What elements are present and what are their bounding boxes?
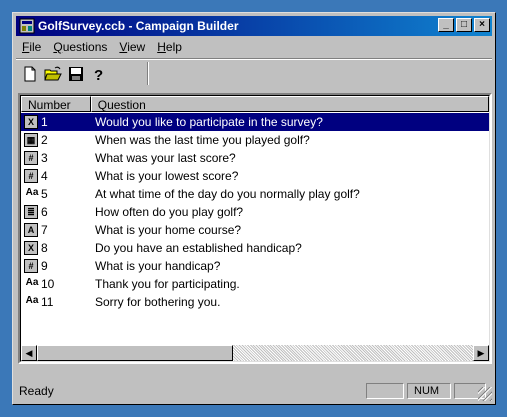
list-item[interactable]: #9 What is your handicap? <box>21 257 489 275</box>
maximize-button[interactable]: □ <box>456 18 472 32</box>
number-icon: # <box>24 169 38 183</box>
list-item[interactable]: Aa 11 Sorry for bothering you. <box>21 293 489 311</box>
list-item[interactable]: X 8 Do you have an established handicap? <box>21 239 489 257</box>
window-controls: _ □ × <box>438 18 490 34</box>
scroll-left-button[interactable]: ◀ <box>21 345 37 361</box>
number-icon: # <box>24 151 38 165</box>
open-button[interactable] <box>41 63 64 85</box>
text-icon: Aa <box>25 295 39 306</box>
question-text: What is your home course? <box>95 223 242 237</box>
list-rows: X 1 Would you like to participate in the s… <box>21 113 489 311</box>
save-disk-icon <box>68 67 83 81</box>
list-item[interactable]: X 1 Would you like to participate in the s… <box>21 113 489 131</box>
question-number: 11 <box>41 295 54 309</box>
question-number: 10 <box>41 277 55 291</box>
list-choice-icon: ≣ <box>24 205 38 219</box>
num-lock-indicator: NUM <box>407 383 451 399</box>
question-number: 6 <box>41 205 48 219</box>
app-window: GolfSurvey.ccb - Campaign Builder _ □ × … <box>12 12 496 405</box>
minimize-icon: _ <box>443 19 449 30</box>
yes-no-icon: X <box>24 241 38 255</box>
question-text: Would you like to participate in the sur… <box>95 115 323 129</box>
question-text: When was the last time you played golf? <box>95 133 310 147</box>
list-item[interactable]: ≣ 6 How often do you play golf? <box>21 203 489 221</box>
question-number: 3 <box>41 151 48 165</box>
question-text: Thank you for participating. <box>95 277 240 291</box>
list-item[interactable]: ▦ 2 When was the last time you played golf… <box>21 131 489 149</box>
question-number: 7 <box>41 223 48 237</box>
list-item[interactable]: #3 What was your last score? <box>21 149 489 167</box>
text-answer-icon: A <box>24 223 38 237</box>
question-number: 4 <box>41 169 48 183</box>
menu-bar: File Questions View Help <box>16 38 188 56</box>
minimize-button[interactable]: _ <box>438 18 454 32</box>
toolbar-separator <box>16 58 492 60</box>
menu-view[interactable]: View <box>113 38 151 56</box>
scroll-thumb[interactable] <box>37 345 233 361</box>
question-number: 2 <box>41 133 48 147</box>
question-text: What was your last score? <box>95 151 236 165</box>
help-button[interactable]: ? <box>87 63 110 85</box>
question-text: At what time of the day do you normally … <box>95 187 360 201</box>
resize-grip[interactable] <box>478 387 492 401</box>
toolbar-end-divider <box>147 62 149 85</box>
help-question-icon: ? <box>94 67 103 82</box>
right-arrow-icon: ▶ <box>477 348 485 358</box>
question-number: 9 <box>41 259 48 273</box>
window-title: GolfSurvey.ccb - Campaign Builder <box>38 19 239 33</box>
list-item[interactable]: Aa 5 At what time of the day do you normal… <box>21 185 489 203</box>
status-panel-blank <box>366 383 404 399</box>
toolbar: ? <box>18 62 110 86</box>
new-button[interactable] <box>18 63 41 85</box>
date-icon: ▦ <box>24 133 38 147</box>
text-icon: Aa <box>25 187 39 198</box>
status-text: Ready <box>19 384 54 398</box>
menu-questions[interactable]: Questions <box>47 38 113 56</box>
yes-no-icon: X <box>24 115 38 129</box>
question-number: 1 <box>41 115 48 129</box>
question-number: 8 <box>41 241 48 255</box>
question-text: Sorry for bothering you. <box>95 295 221 309</box>
svg-text:?: ? <box>94 67 103 82</box>
list-item[interactable]: A 7 What is your home course? <box>21 221 489 239</box>
new-document-icon <box>24 66 35 82</box>
scroll-right-button[interactable]: ▶ <box>473 345 489 361</box>
list-item[interactable]: #4 What is your lowest score? <box>21 167 489 185</box>
question-text: What is your handicap? <box>95 259 221 273</box>
maximize-icon: □ <box>460 19 468 30</box>
column-header-number[interactable]: Number <box>21 96 91 112</box>
menu-file[interactable]: File <box>16 38 47 56</box>
close-icon: × <box>479 19 485 30</box>
menu-help[interactable]: Help <box>151 38 188 56</box>
question-text: What is your lowest score? <box>95 169 239 183</box>
question-text: Do you have an established handicap? <box>95 241 302 255</box>
status-bar: Ready NUM <box>16 381 492 401</box>
horizontal-scrollbar[interactable]: ◀ ▶ <box>21 345 489 361</box>
number-icon: # <box>24 259 38 273</box>
close-button[interactable]: × <box>474 18 490 32</box>
question-list[interactable]: Number Question X 1 Would you like to part… <box>18 93 492 364</box>
question-number: 5 <box>41 187 48 201</box>
app-icon <box>19 18 35 34</box>
column-header-question[interactable]: Question <box>90 96 489 112</box>
list-header: Number Question <box>21 96 489 112</box>
left-arrow-icon: ◀ <box>25 348 33 358</box>
text-icon: Aa <box>25 277 39 288</box>
question-text: How often do you play golf? <box>95 205 244 219</box>
open-folder-icon <box>43 66 62 81</box>
list-item[interactable]: Aa 10 Thank you for participating. <box>21 275 489 293</box>
save-button[interactable] <box>64 63 87 85</box>
title-bar[interactable]: GolfSurvey.ccb - Campaign Builder _ □ × <box>16 16 492 36</box>
